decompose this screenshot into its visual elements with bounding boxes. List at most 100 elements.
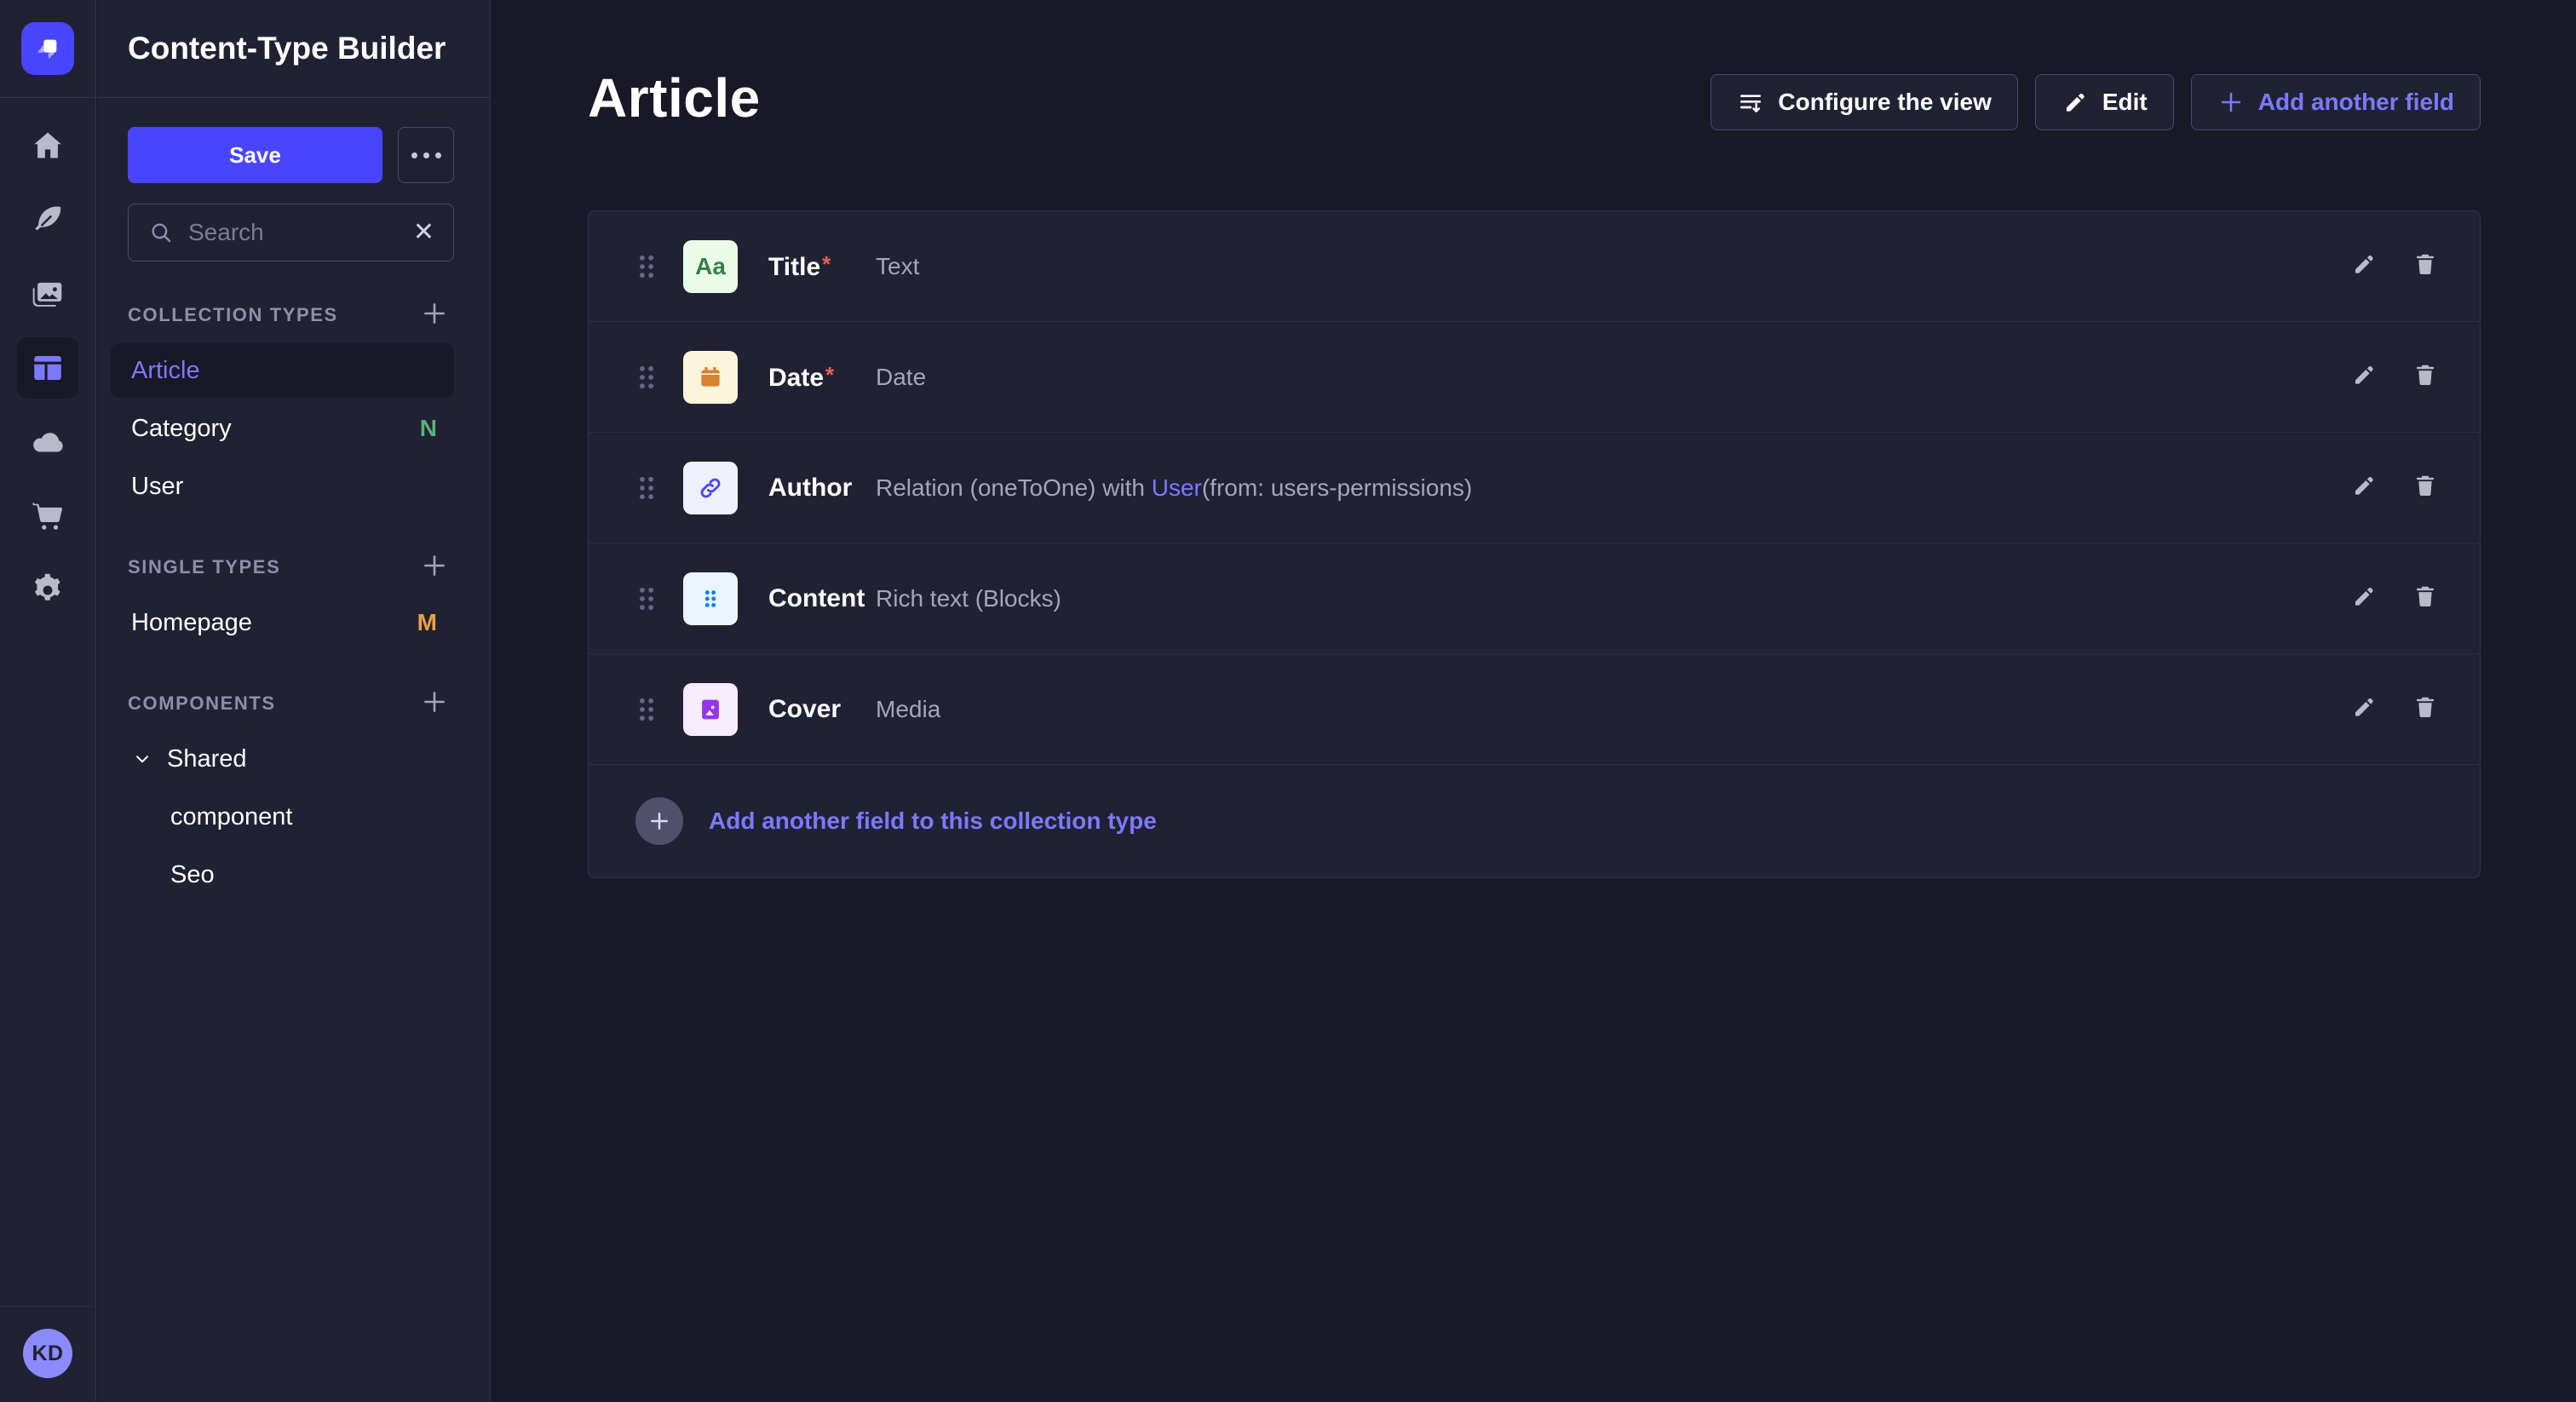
required-asterisk: *: [822, 251, 831, 277]
add-collection-types-button[interactable]: [420, 299, 449, 332]
nav-footer: KD: [0, 1306, 95, 1402]
plus-icon: [647, 808, 672, 834]
nav-cloud-button[interactable]: [17, 411, 78, 473]
edit-field-button[interactable]: [2350, 583, 2378, 614]
blocks-field-icon: [696, 584, 725, 613]
field-name: Cover: [768, 695, 876, 724]
field-row-date: Date*Date: [589, 322, 2480, 433]
add-field-circle-button[interactable]: [635, 797, 683, 845]
add-components-button[interactable]: [420, 687, 449, 721]
nav-media-library-button[interactable]: [17, 263, 78, 325]
feather-icon: [30, 202, 66, 238]
content-type-builder-icon: [30, 350, 66, 386]
save-button[interactable]: Save: [128, 127, 382, 183]
field-name: Title*: [768, 251, 876, 282]
fields-card: AaTitle*TextDate*DateAuthorRelation (one…: [588, 210, 2481, 878]
relation-target-link[interactable]: User: [1152, 474, 1202, 501]
media-field-icon: [696, 695, 725, 724]
drag-handle-icon: [635, 474, 658, 503]
drag-handle[interactable]: [635, 363, 658, 392]
status-badge: N: [420, 415, 437, 442]
field-type-chip: [683, 572, 738, 625]
field-type-chip: [683, 683, 738, 736]
nav-feather-button[interactable]: [17, 189, 78, 250]
add-field-to-collection-label[interactable]: Add another field to this collection typ…: [709, 807, 1157, 835]
field-type-chip: [683, 351, 738, 404]
clear-search-icon[interactable]: ✕: [413, 220, 434, 245]
strapi-logo[interactable]: [21, 22, 74, 75]
chevron-down-icon[interactable]: [131, 748, 153, 770]
field-row-title: AaTitle*Text: [589, 211, 2480, 322]
plus-icon: [420, 299, 449, 328]
drag-handle-icon: [635, 695, 658, 724]
required-asterisk: *: [825, 362, 834, 388]
avatar[interactable]: KD: [23, 1329, 72, 1378]
edit-button[interactable]: Edit: [2035, 74, 2174, 130]
add-another-field-button[interactable]: Add another field: [2191, 74, 2481, 130]
drag-handle-icon: [635, 363, 658, 392]
delete-field-icon: [2412, 583, 2439, 610]
media-library-icon: [30, 276, 66, 312]
edit-field-icon: [2350, 693, 2378, 721]
delete-field-button[interactable]: [2412, 693, 2439, 725]
sidebar-item-article[interactable]: Article: [111, 343, 454, 398]
nav-home-button[interactable]: [17, 115, 78, 176]
section-single-types: Single TypesHomepageM: [128, 544, 454, 650]
field-type: Text: [876, 253, 919, 280]
search-input[interactable]: [188, 219, 400, 246]
date-field-icon: [696, 363, 725, 392]
plus-icon: [420, 551, 449, 580]
cloud-icon: [30, 424, 66, 460]
sidebar-item-category[interactable]: Category N: [111, 401, 454, 456]
page-title: Article: [588, 66, 761, 129]
sidebar-item-label: Category: [131, 415, 232, 443]
drag-handle[interactable]: [635, 252, 658, 281]
sidebar-item-seo[interactable]: Seo: [111, 848, 454, 902]
delete-field-button[interactable]: [2412, 472, 2439, 503]
field-name: Date*: [768, 362, 876, 393]
edit-field-icon: [2350, 472, 2378, 499]
edit-field-button[interactable]: [2350, 361, 2378, 393]
status-badge: M: [417, 609, 437, 636]
delete-field-button[interactable]: [2412, 250, 2439, 282]
drag-handle[interactable]: [635, 695, 658, 724]
sidebar-item-label: Shared: [167, 745, 247, 773]
sidebar-item-component[interactable]: component: [111, 790, 454, 844]
add-field-footer[interactable]: Add another field to this collection typ…: [589, 765, 2480, 877]
edit-field-button[interactable]: [2350, 250, 2378, 282]
section-collection-types: Collection TypesArticleCategoryNUser: [128, 292, 454, 514]
main-content: Article Configure the view Edit: [492, 0, 2576, 878]
subnav-header: Content-Type Builder: [97, 0, 490, 98]
add-single-types-button[interactable]: [420, 551, 449, 584]
dots-icon: [411, 152, 417, 158]
drag-handle[interactable]: [635, 474, 658, 503]
delete-field-icon: [2412, 250, 2439, 278]
more-options-button[interactable]: [398, 127, 454, 183]
delete-field-button[interactable]: [2412, 361, 2439, 393]
configure-view-button[interactable]: Configure the view: [1711, 74, 2017, 130]
field-name: Content: [768, 584, 876, 613]
nav-settings-gear-button[interactable]: [17, 560, 78, 621]
nav-content-type-builder-button[interactable]: [17, 337, 78, 399]
nav-marketplace-cart-button[interactable]: [17, 486, 78, 547]
relation-field-icon: [696, 474, 725, 503]
settings-gear-icon: [30, 572, 66, 608]
app-title: Content-Type Builder: [128, 31, 446, 66]
field-type: Rich text (Blocks): [876, 585, 1061, 612]
sidebar-item-shared[interactable]: Shared: [111, 732, 454, 786]
drag-handle-icon: [635, 252, 658, 281]
field-type: Media: [876, 696, 940, 723]
sidebar-item-label: Homepage: [131, 609, 252, 637]
search-box[interactable]: ✕: [128, 204, 454, 261]
pencil-icon: [2061, 89, 2089, 116]
delete-field-button[interactable]: [2412, 583, 2439, 614]
edit-field-button[interactable]: [2350, 693, 2378, 725]
edit-field-button[interactable]: [2350, 472, 2378, 503]
sidebar-item-homepage[interactable]: Homepage M: [111, 595, 454, 650]
delete-field-icon: [2412, 361, 2439, 388]
sidebar-item-label: Seo: [170, 861, 215, 889]
sidebar-item-user[interactable]: User: [111, 459, 454, 514]
chevron-down-icon: [131, 748, 153, 770]
drag-handle[interactable]: [635, 584, 658, 613]
field-row-author: AuthorRelation (oneToOne) with User(from…: [589, 433, 2480, 543]
